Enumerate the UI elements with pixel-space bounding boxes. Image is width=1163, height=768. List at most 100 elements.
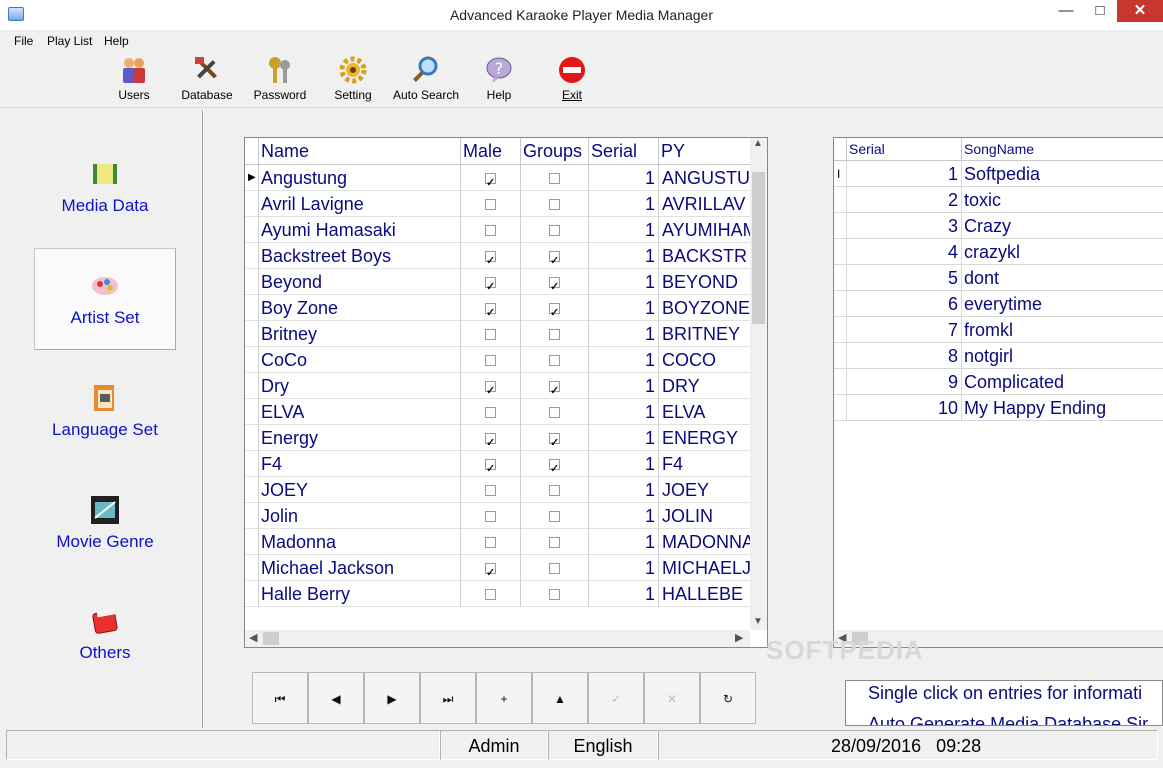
cell-py[interactable]: MADONNA [659, 529, 752, 555]
groups-checkbox[interactable] [549, 378, 560, 399]
groups-checkbox[interactable] [549, 225, 560, 236]
cell-py[interactable]: BEYOND [659, 269, 752, 295]
cell-py[interactable]: ELVA [659, 399, 752, 425]
menu-file[interactable]: File [14, 34, 33, 48]
column-header-serial[interactable]: Serial [589, 138, 659, 165]
table-row[interactable]: Boy Zone 1BOYZONE [245, 295, 752, 321]
male-checkbox[interactable] [485, 537, 496, 548]
song-cell-name[interactable]: My Happy Ending [962, 395, 1163, 421]
male-checkbox[interactable] [485, 355, 496, 366]
cell-py[interactable]: AVRILLAV [659, 191, 752, 217]
groups-checkbox[interactable] [549, 563, 560, 574]
cell-py[interactable]: BOYZONE [659, 295, 752, 321]
table-row[interactable]: Jolin 1 JOLIN [245, 503, 752, 529]
cell-py[interactable]: AYUMIHAM [659, 217, 752, 243]
cell-serial[interactable]: 1 [589, 217, 659, 243]
cell-name[interactable]: Angustung [259, 165, 461, 191]
row-indicator[interactable] [245, 555, 259, 581]
cell-serial[interactable]: 1 [589, 581, 659, 607]
male-checkbox[interactable] [485, 329, 496, 340]
cell-serial[interactable]: 1 [589, 269, 659, 295]
cell-py[interactable]: ENERGY [659, 425, 752, 451]
cell-name[interactable]: F4 [259, 451, 461, 477]
table-row[interactable]: ▶Angustung 1ANGUSTU [245, 165, 752, 191]
cell-serial[interactable]: 1 [589, 295, 659, 321]
cell-name[interactable]: Dry [259, 373, 461, 399]
users-button[interactable]: Users [110, 53, 158, 105]
song-row-indicator[interactable] [834, 239, 847, 265]
cell-name[interactable]: JOEY [259, 477, 461, 503]
row-indicator[interactable] [245, 347, 259, 373]
sidebar-item-others[interactable]: Others [10, 605, 200, 705]
row-indicator[interactable] [245, 243, 259, 269]
refresh-record-button[interactable]: ↻ [700, 672, 756, 724]
song-row-indicator[interactable] [834, 291, 847, 317]
cell-name[interactable]: Beyond [259, 269, 461, 295]
groups-checkbox[interactable] [549, 300, 560, 321]
table-row[interactable]: JOEY 1 JOEY [245, 477, 752, 503]
cell-serial[interactable]: 1 [589, 555, 659, 581]
menu-help[interactable]: Help [104, 34, 129, 48]
cell-py[interactable]: COCO [659, 347, 752, 373]
row-indicator[interactable] [245, 477, 259, 503]
table-row[interactable]: Energy 1ENERGY [245, 425, 752, 451]
sidebar-item-artist-set[interactable]: Artist Set [10, 270, 200, 370]
groups-checkbox[interactable] [549, 274, 560, 295]
cell-name[interactable]: Ayumi Hamasaki [259, 217, 461, 243]
column-header-song-serial[interactable]: Serial [847, 138, 962, 161]
close-button[interactable]: ✕ [1117, 0, 1163, 22]
male-checkbox[interactable] [485, 248, 496, 269]
table-row[interactable]: Britney 1 BRITNEY [245, 321, 752, 347]
table-row[interactable]: Beyond 1BEYOND [245, 269, 752, 295]
row-indicator[interactable] [245, 217, 259, 243]
horizontal-scroll-thumb[interactable] [263, 632, 279, 645]
cell-py[interactable]: ANGUSTU [659, 165, 752, 191]
cell-py[interactable]: HALLEBE [659, 581, 752, 607]
groups-checkbox[interactable] [549, 511, 560, 522]
prior-record-button[interactable]: ◀ [308, 672, 364, 724]
groups-checkbox[interactable] [549, 329, 560, 340]
male-checkbox[interactable] [485, 485, 496, 496]
cell-serial[interactable]: 1 [589, 321, 659, 347]
cell-serial[interactable]: 1 [589, 399, 659, 425]
song-cell-serial[interactable]: 1 [847, 161, 962, 187]
song-row-indicator[interactable] [834, 395, 847, 421]
groups-checkbox[interactable] [549, 173, 560, 184]
row-indicator[interactable] [245, 399, 259, 425]
song-cell-name[interactable]: fromkl [962, 317, 1163, 343]
cell-serial[interactable]: 1 [589, 425, 659, 451]
table-row[interactable]: Backstreet Boys 1BACKSTR [245, 243, 752, 269]
first-record-button[interactable]: ⏮ [252, 672, 308, 724]
groups-checkbox[interactable] [549, 199, 560, 210]
database-button[interactable]: Database [178, 53, 236, 105]
cell-name[interactable]: Boy Zone [259, 295, 461, 321]
table-row[interactable]: Madonna 1 MADONNA [245, 529, 752, 555]
song-cell-name[interactable]: Complicated [962, 369, 1163, 395]
column-header-songname[interactable]: SongName [962, 138, 1163, 161]
table-row[interactable]: CoCo 1 COCO [245, 347, 752, 373]
column-header-py[interactable]: PY [659, 138, 752, 165]
column-header-male[interactable]: Male [461, 138, 521, 165]
row-indicator[interactable] [245, 191, 259, 217]
row-indicator[interactable] [245, 295, 259, 321]
menu-play-list[interactable]: Play List [47, 34, 92, 48]
cell-serial[interactable]: 1 [589, 347, 659, 373]
song-row-indicator[interactable]: I [834, 161, 847, 187]
row-indicator[interactable] [245, 269, 259, 295]
song-row-indicator[interactable] [834, 317, 847, 343]
table-row[interactable]: Ayumi Hamasaki 1 AYUMIHAM [245, 217, 752, 243]
last-record-button[interactable]: ⏭ [420, 672, 476, 724]
song-cell-name[interactable]: crazykl [962, 239, 1163, 265]
groups-checkbox[interactable] [549, 456, 560, 477]
cell-serial[interactable]: 1 [589, 503, 659, 529]
cell-py[interactable]: MICHAELJ [659, 555, 752, 581]
male-checkbox[interactable] [485, 430, 496, 451]
song-grid[interactable]: Serial SongName I 1 Softpedia 2 toxic 3 Crazy 4… [833, 137, 1163, 648]
song-row-indicator[interactable] [834, 265, 847, 291]
male-checkbox[interactable] [485, 456, 496, 477]
scroll-right-arrow-icon[interactable]: ▶ [735, 631, 743, 644]
minimize-button[interactable]: — [1049, 0, 1083, 24]
table-row[interactable]: Michael Jackson 1MICHAELJ [245, 555, 752, 581]
exit-button[interactable]: Exit [552, 53, 592, 105]
song-cell-serial[interactable]: 4 [847, 239, 962, 265]
